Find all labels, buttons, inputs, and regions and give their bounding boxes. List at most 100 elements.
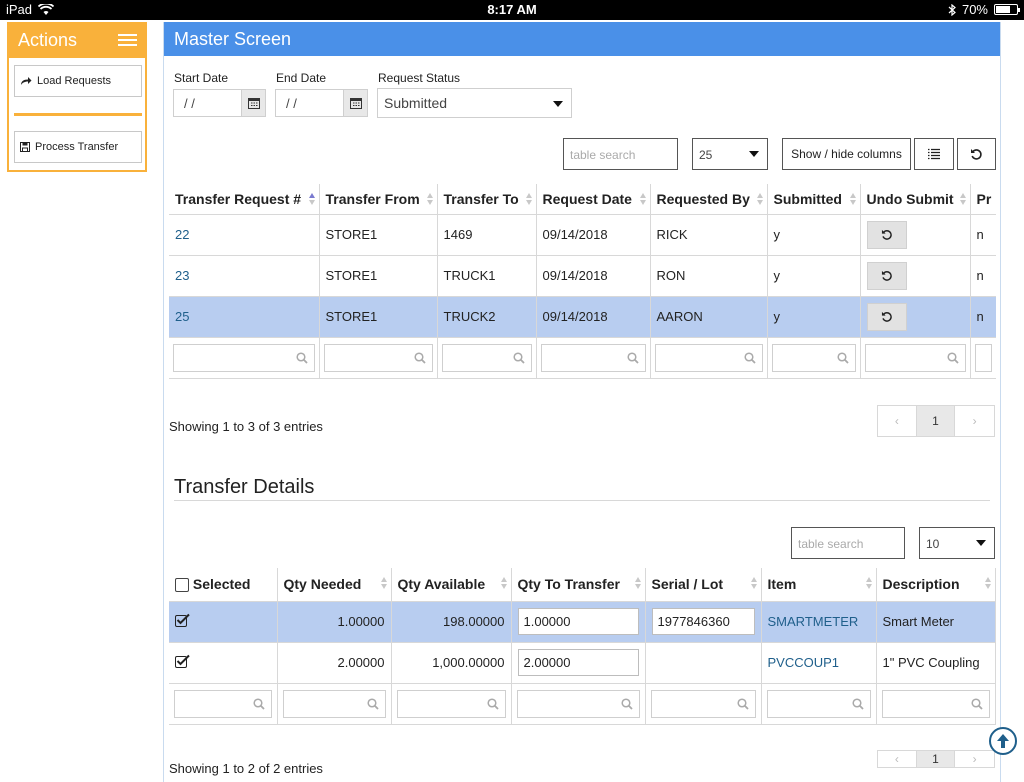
col-transfer-from[interactable]: Transfer From [319,184,438,215]
load-requests-button[interactable]: Load Requests [14,65,142,97]
col-serial-lot[interactable]: Serial / Lot [645,568,762,602]
pagination-next[interactable]: › [955,406,994,436]
share-arrow-icon [21,77,32,85]
list-view-button[interactable] [914,138,954,170]
column-filter-input[interactable] [540,343,646,372]
end-date-label: End Date [276,71,327,85]
scroll-to-top-button[interactable] [989,727,1017,755]
transfer-requests-table: Transfer Request # Transfer From Transfe… [169,184,996,379]
master-table-search-input[interactable]: table search [563,138,678,170]
search-placeholder: table search [798,537,864,551]
sort-icon [380,577,387,589]
column-filter-input[interactable] [174,689,272,718]
pagination-page-current[interactable]: 1 [916,406,956,436]
col-requested-by[interactable]: Requested By [650,184,768,215]
column-filter-input[interactable] [654,343,763,372]
column-filter-row [169,683,996,725]
col-undo-submit[interactable]: Undo Submit [860,184,971,215]
request-status-select[interactable]: Submitted [377,88,572,118]
sort-icon [984,577,991,589]
pagination-next[interactable]: › [955,751,994,767]
master-page-size-select[interactable]: 25 [692,138,768,170]
serial-lot-input[interactable]: 1977846360 [651,608,755,635]
hamburger-menu-icon[interactable] [118,34,137,48]
column-filter-input[interactable] [396,689,506,718]
search-icon [620,697,633,710]
cell-qty-transfer: 2.00000 [511,642,646,684]
cell-from: STORE1 [319,214,438,256]
undo-submit-button[interactable] [866,220,907,249]
pagination-prev[interactable]: ‹ [878,406,917,436]
chevron-down-icon [553,101,563,107]
col-selected[interactable]: Selected [169,568,278,602]
col-qty-needed[interactable]: Qty Needed [277,568,392,602]
filter-cell [169,337,320,379]
search-icon [836,351,849,364]
table-row[interactable]: 22 STORE1 1469 09/14/2018 RICK y n [169,214,996,256]
cell-undo [860,296,971,338]
col-description[interactable]: Description [876,568,996,602]
cell-date: 09/14/2018 [536,214,651,256]
checked-checkbox-icon[interactable] [175,613,191,627]
sort-icon [849,193,856,205]
master-screen-header: Master Screen [164,22,1000,56]
start-date-input[interactable]: / / [173,89,266,117]
pagination-prev[interactable]: ‹ [878,751,917,767]
col-transfer-to[interactable]: Transfer To [437,184,537,215]
col-submitted[interactable]: Submitted [767,184,861,215]
request-id-link[interactable]: 22 [169,214,320,256]
end-date-input[interactable]: / / [275,89,368,117]
process-transfer-button[interactable]: Process Transfer [14,131,142,163]
cell-undo [860,214,971,256]
checked-checkbox-icon[interactable] [175,654,191,668]
filter-cell [970,337,996,379]
pagination-page-current[interactable]: 1 [916,751,956,767]
filter-cell [767,337,861,379]
column-filter-input[interactable] [282,689,386,718]
request-id-link[interactable]: 23 [169,255,320,297]
col-pr[interactable]: Pr [970,184,996,215]
item-link[interactable]: PVCCOUP1 [761,642,877,684]
cell-qty-transfer: 1.00000 [511,601,646,643]
filter-cell [650,337,768,379]
col-qty-to-transfer[interactable]: Qty To Transfer [511,568,646,602]
cell-pr: n [970,296,996,338]
col-transfer-request[interactable]: Transfer Request # [169,184,320,215]
master-pagination: ‹ 1 › [877,405,995,437]
column-filter-input[interactable] [650,689,756,718]
qty-to-transfer-input[interactable]: 2.00000 [517,649,639,676]
details-table-search-input[interactable]: table search [791,527,905,559]
column-filter-input[interactable] [441,343,532,372]
actions-divider [14,113,142,116]
table-row[interactable]: 23 STORE1 TRUCK1 09/14/2018 RON y n [169,255,996,297]
cell-submitted: y [767,296,861,338]
col-item[interactable]: Item [761,568,877,602]
column-filter-input[interactable] [323,343,433,372]
undo-submit-button[interactable] [866,261,907,290]
column-filter-input[interactable] [173,343,315,372]
col-qty-available[interactable]: Qty Available [391,568,512,602]
details-page-size-select[interactable]: 10 [919,527,995,559]
column-filter-input[interactable] [516,689,640,718]
request-id-link[interactable]: 25 [169,296,320,338]
table-row-selected[interactable]: 25 STORE1 TRUCK2 09/14/2018 AARON y n [169,296,996,338]
qty-to-transfer-input[interactable]: 1.00000 [517,608,639,635]
undo-submit-button[interactable] [866,302,907,331]
column-filter-input[interactable] [766,689,871,718]
column-filter-input[interactable] [771,343,856,372]
filter-cell [391,683,512,725]
table-row-selected[interactable]: 1.00000 198.00000 1.00000 1977846360 SMA… [169,601,996,643]
actions-panel: Actions Load Requests Process Transfer [7,22,147,172]
column-filter-input[interactable] [881,689,990,718]
floppy-disk-icon [20,142,30,152]
refresh-button[interactable] [957,138,996,170]
calendar-icon[interactable] [241,90,265,116]
column-filter-input[interactable] [864,343,966,372]
calendar-icon[interactable] [343,90,367,116]
table-row[interactable]: 2.00000 1,000.00000 2.00000 PVCCOUP1 1" … [169,642,996,684]
show-hide-columns-button[interactable]: Show / hide columns [782,138,911,170]
col-request-date[interactable]: Request Date [536,184,651,215]
item-link[interactable]: SMARTMETER [761,601,877,643]
column-filter-input[interactable] [974,343,992,372]
select-all-checkbox[interactable] [175,578,189,593]
